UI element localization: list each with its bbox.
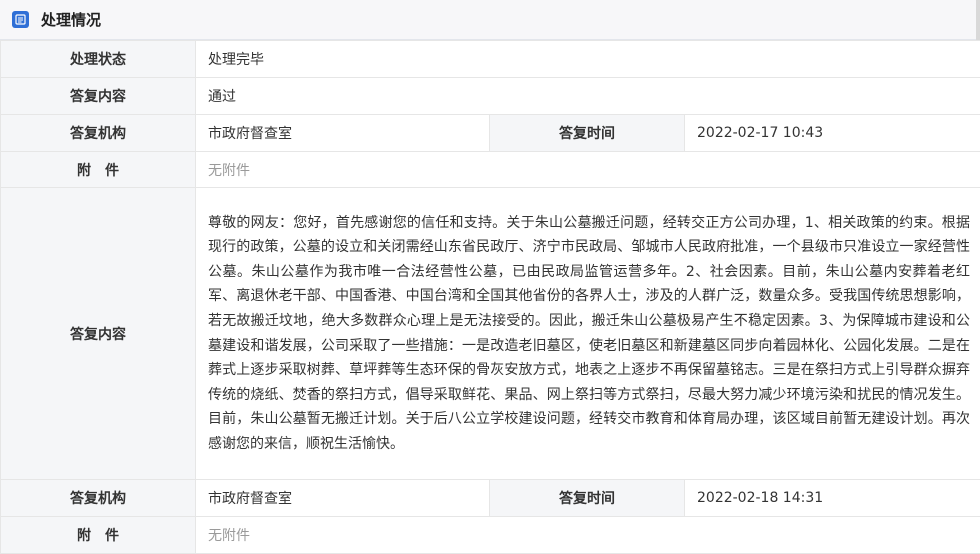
table-row-reply-long: 答复内容 尊敬的网友：您好，首先感谢您的信任和支持。关于朱山公墓搬迁问题，经转交… xyxy=(1,188,980,480)
reply-content-label: 答复内容 xyxy=(1,78,196,115)
attachment-value: 无附件 xyxy=(196,152,980,188)
reply-time-label: 答复时间 xyxy=(490,480,685,517)
attachment-value: 无附件 xyxy=(196,517,980,554)
reply-time-value: 2022-02-17 10:43 xyxy=(685,115,980,152)
table-row-org-time: 答复机构 市政府督查室 答复时间 2022-02-17 10:43 xyxy=(1,115,980,152)
table-row-attachment: 附 件 无附件 xyxy=(1,517,980,554)
table-row-status: 处理状态 处理完毕 xyxy=(1,41,980,78)
reply-org-label: 答复机构 xyxy=(1,480,196,517)
reply-org-value: 市政府督查室 xyxy=(196,115,490,152)
detail-table: 处理状态 处理完毕 答复内容 通过 答复机构 市政府督查室 答复时间 2022-… xyxy=(0,40,980,554)
reply-content-text: 尊敬的网友：您好，首先感谢您的信任和支持。关于朱山公墓搬迁问题，经转交正方公司办… xyxy=(196,188,980,480)
reply-org-value: 市政府督查室 xyxy=(196,480,490,517)
section-header: 处理情况 xyxy=(0,0,980,40)
reply-time-label: 答复时间 xyxy=(490,115,685,152)
document-icon xyxy=(12,11,29,28)
status-value: 处理完毕 xyxy=(196,41,980,78)
section-title: 处理情况 xyxy=(41,9,101,30)
reply-content-value: 通过 xyxy=(196,78,980,115)
attachment-label: 附 件 xyxy=(1,517,196,554)
table-row-attachment: 附 件 无附件 xyxy=(1,152,980,188)
attachment-label: 附 件 xyxy=(1,152,196,188)
table-row-org-time: 答复机构 市政府督查室 答复时间 2022-02-18 14:31 xyxy=(1,480,980,517)
reply-time-value: 2022-02-18 14:31 xyxy=(685,480,980,517)
scrollbar[interactable] xyxy=(976,0,980,40)
reply-content-label: 答复内容 xyxy=(1,188,196,480)
table-row-reply-short: 答复内容 通过 xyxy=(1,78,980,115)
reply-org-label: 答复机构 xyxy=(1,115,196,152)
status-label: 处理状态 xyxy=(1,41,196,78)
